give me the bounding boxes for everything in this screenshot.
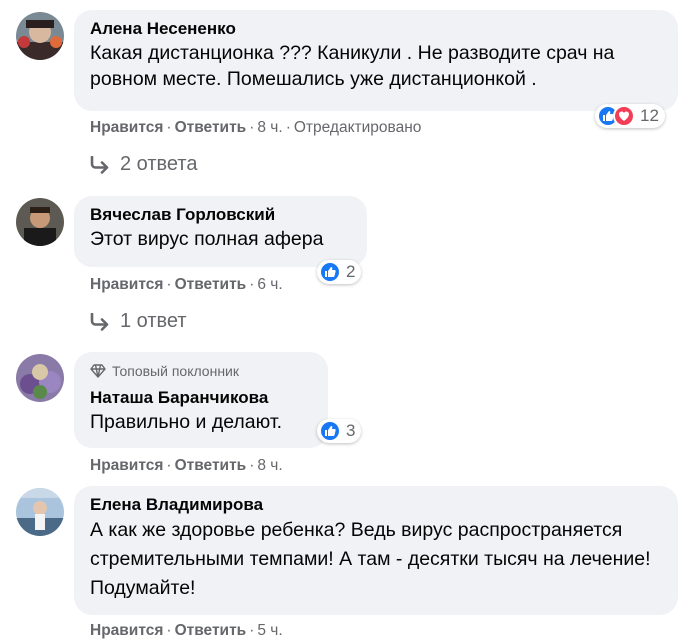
avatar[interactable] — [16, 198, 64, 246]
reaction-count: 3 — [346, 421, 356, 440]
view-replies-button[interactable]: 1 ответ — [90, 310, 187, 333]
reaction-summary[interactable]: 2 — [317, 260, 362, 284]
comment-bubble: Топовый поклонник Наташа Баранчикова Пра… — [74, 352, 328, 448]
comment-text: Этот вирус полная афера — [90, 228, 324, 250]
edited-label: Отредактировано — [293, 119, 422, 136]
timestamp[interactable]: 6 ч. — [257, 276, 282, 293]
like-link[interactable]: Нравится — [90, 457, 163, 474]
like-link[interactable]: Нравится — [90, 119, 163, 136]
comment-author[interactable]: Елена Владимирова — [90, 494, 662, 516]
comment-author[interactable]: Алена Несененко — [90, 18, 662, 40]
love-reaction-icon — [613, 105, 635, 127]
reaction-count: 2 — [346, 262, 356, 281]
comment-text: Правильно и делают. — [90, 411, 283, 433]
avatar[interactable] — [16, 12, 64, 60]
reply-link[interactable]: Ответить — [175, 119, 247, 136]
diamond-icon — [90, 364, 106, 378]
reply-link[interactable]: Ответить — [175, 622, 247, 639]
reply-link[interactable]: Ответить — [175, 457, 247, 474]
comment-author[interactable]: Вячеслав Горловский — [90, 204, 351, 226]
comment-bubble: Елена Владимирова А как же здоровье ребе… — [74, 486, 678, 615]
top-fan-label: Топовый поклонник — [112, 363, 239, 379]
reaction-summary[interactable]: 3 — [317, 419, 362, 443]
replies-count-label: 1 ответ — [120, 310, 187, 332]
comment-bubble: Алена Несененко Какая дистанционка ??? К… — [74, 10, 678, 111]
top-fan-badge: Топовый поклонник — [90, 361, 312, 381]
like-link[interactable]: Нравится — [90, 276, 163, 293]
timestamp[interactable]: 8 ч. — [257, 119, 282, 136]
comment-bubble: Вячеслав Горловский Этот вирус полная аф… — [74, 196, 367, 267]
avatar[interactable] — [16, 354, 64, 402]
comment-author[interactable]: Наташа Баранчикова — [90, 387, 312, 409]
replies-count-label: 2 ответа — [120, 153, 198, 175]
comment-text: А как же здоровье ребенка? Ведь вирус ра… — [90, 519, 651, 599]
like-reaction-icon — [319, 420, 341, 442]
view-replies-button[interactable]: 2 ответа — [90, 153, 197, 176]
timestamp[interactable]: 8 ч. — [257, 457, 282, 474]
comment-actions: Нравится · Ответить · 8 ч. · Отредактировано — [90, 119, 422, 136]
timestamp[interactable]: 5 ч. — [257, 622, 282, 639]
reply-arrow-icon — [90, 155, 109, 174]
comment-actions: Нравится · Ответить · 6 ч. — [90, 276, 283, 293]
reply-link[interactable]: Ответить — [175, 276, 247, 293]
comment-actions: Нравится · Ответить · 5 ч. — [90, 622, 283, 639]
reaction-summary[interactable]: 12 — [595, 104, 665, 128]
avatar[interactable] — [16, 488, 64, 536]
like-reaction-icon — [319, 261, 341, 283]
reaction-count: 12 — [640, 106, 659, 125]
comment-text: Какая дистанционка ??? Каникули . Не раз… — [90, 42, 615, 90]
comment-actions: Нравится · Ответить · 8 ч. — [90, 457, 283, 474]
like-link[interactable]: Нравится — [90, 622, 163, 639]
reply-arrow-icon — [90, 312, 109, 331]
